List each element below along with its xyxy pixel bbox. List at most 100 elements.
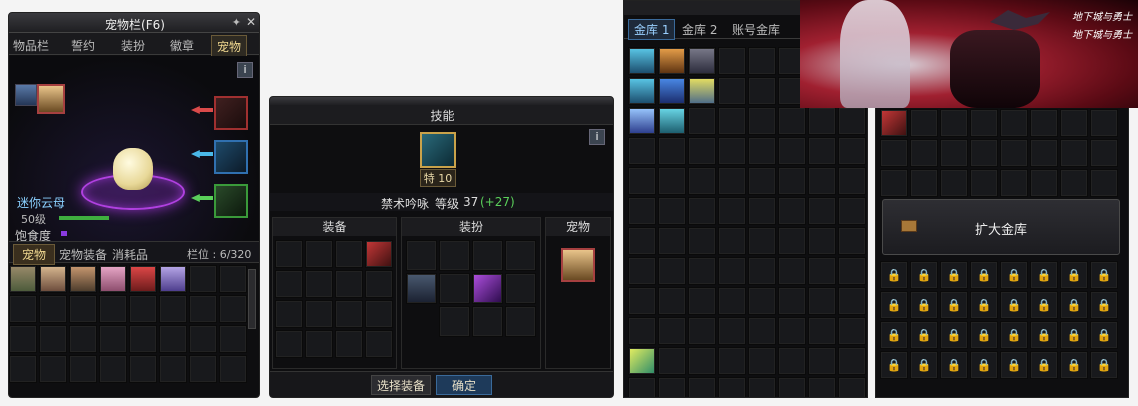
vault-slot[interactable] xyxy=(880,169,908,197)
equip-slot[interactable] xyxy=(275,240,303,268)
vault-slot[interactable] xyxy=(718,377,746,397)
vault-slot[interactable] xyxy=(808,257,836,285)
equip-slot[interactable] xyxy=(365,330,393,358)
pet-slot[interactable] xyxy=(159,295,187,323)
pet-slot[interactable] xyxy=(159,265,187,293)
pet-slot[interactable] xyxy=(69,265,97,293)
vault-slot[interactable] xyxy=(838,137,866,165)
info-button[interactable]: i xyxy=(237,62,253,78)
vault-slot[interactable] xyxy=(1090,109,1118,137)
pet-slot[interactable] xyxy=(9,265,37,293)
pet-slot[interactable] xyxy=(39,355,67,383)
pet-slot[interactable] xyxy=(219,325,247,353)
vault-slot[interactable] xyxy=(838,107,866,135)
vault-slot[interactable] xyxy=(658,227,686,255)
vault-slot[interactable] xyxy=(718,317,746,345)
pet-slot-icon[interactable] xyxy=(561,248,595,282)
equip-slot[interactable] xyxy=(305,270,333,298)
pet-slot[interactable] xyxy=(129,355,157,383)
vault-slot[interactable] xyxy=(748,197,776,225)
vault-slot[interactable] xyxy=(880,139,908,167)
select-equipment-button[interactable]: 选择装备 xyxy=(371,375,431,395)
vault-slot[interactable] xyxy=(658,167,686,195)
vault-slot[interactable] xyxy=(1000,139,1028,167)
vault-slot[interactable] xyxy=(1000,169,1028,197)
vault-slot[interactable] xyxy=(1060,109,1088,137)
equip-slot[interactable] xyxy=(335,300,363,328)
vault-slot[interactable] xyxy=(778,107,806,135)
costume-slot[interactable] xyxy=(505,273,536,304)
vault-slot[interactable] xyxy=(688,167,716,195)
vault-slot[interactable] xyxy=(688,347,716,375)
pet-slot[interactable] xyxy=(39,325,67,353)
vault-slot[interactable] xyxy=(688,287,716,315)
pet-slot[interactable] xyxy=(99,355,127,383)
vault-slot[interactable] xyxy=(688,77,716,105)
vault-slot[interactable] xyxy=(628,317,656,345)
vault-slot[interactable] xyxy=(1030,139,1058,167)
vault-slot[interactable] xyxy=(718,77,746,105)
vault-slot[interactable] xyxy=(778,137,806,165)
vault-slot[interactable] xyxy=(628,47,656,75)
vault-slot[interactable] xyxy=(748,77,776,105)
equip-slot[interactable] xyxy=(305,300,333,328)
vault-slot[interactable] xyxy=(778,377,806,397)
equip-slot[interactable] xyxy=(335,240,363,268)
equip-slot[interactable] xyxy=(305,240,333,268)
vault-slot[interactable] xyxy=(1030,169,1058,197)
vault-slot[interactable] xyxy=(940,169,968,197)
vault-slot[interactable] xyxy=(718,287,746,315)
pet-slot[interactable] xyxy=(129,295,157,323)
vault-slot[interactable] xyxy=(658,377,686,397)
vault-slot[interactable] xyxy=(748,347,776,375)
vault-slot[interactable] xyxy=(778,257,806,285)
pet-slot[interactable] xyxy=(39,295,67,323)
vault-slot[interactable] xyxy=(748,287,776,315)
vault-slot[interactable] xyxy=(628,137,656,165)
vault-slot[interactable] xyxy=(688,197,716,225)
vault-slot[interactable] xyxy=(838,287,866,315)
vault-slot[interactable] xyxy=(910,169,938,197)
equip-slot[interactable] xyxy=(335,270,363,298)
vault-slot[interactable] xyxy=(688,377,716,397)
pet-slot[interactable] xyxy=(99,325,127,353)
costume-slot[interactable] xyxy=(406,273,437,304)
pet-slot[interactable] xyxy=(9,295,37,323)
costume-slot[interactable] xyxy=(472,273,503,304)
equip-slot[interactable] xyxy=(365,300,393,328)
vault-slot[interactable] xyxy=(808,197,836,225)
vault-slot[interactable] xyxy=(748,227,776,255)
equip-slot[interactable] xyxy=(275,330,303,358)
costume-slot[interactable] xyxy=(439,240,470,271)
vault-slot[interactable] xyxy=(778,317,806,345)
vault-slot[interactable] xyxy=(778,227,806,255)
vault-slot[interactable] xyxy=(838,377,866,397)
vault-slot[interactable] xyxy=(838,227,866,255)
vault-slot[interactable] xyxy=(628,257,656,285)
vault-slot[interactable] xyxy=(778,287,806,315)
vault-slot[interactable] xyxy=(718,107,746,135)
pet-slot[interactable] xyxy=(129,265,157,293)
pet-slot[interactable] xyxy=(219,355,247,383)
vault-slot[interactable] xyxy=(880,109,908,137)
vault-slot[interactable] xyxy=(778,167,806,195)
vault-slot[interactable] xyxy=(748,107,776,135)
vault-slot[interactable] xyxy=(718,257,746,285)
vault-slot[interactable] xyxy=(718,167,746,195)
costume-slot[interactable] xyxy=(472,240,503,271)
costume-slot[interactable] xyxy=(439,306,470,337)
pet-slot[interactable] xyxy=(189,295,217,323)
scrollbar[interactable] xyxy=(248,269,256,329)
tab-vault-2[interactable]: 金库 2 xyxy=(682,21,717,38)
vault-slot[interactable] xyxy=(808,317,836,345)
vault-slot[interactable] xyxy=(628,227,656,255)
vault-slot[interactable] xyxy=(910,109,938,137)
tab-emblem[interactable]: 徽章 xyxy=(170,37,194,54)
vault-slot[interactable] xyxy=(658,257,686,285)
vault-slot[interactable] xyxy=(778,347,806,375)
pet-slot[interactable] xyxy=(9,325,37,353)
vault-slot[interactable] xyxy=(910,139,938,167)
tab-pets[interactable]: 宠物 xyxy=(13,244,56,265)
skill-slot-green[interactable] xyxy=(214,184,248,218)
vault-slot[interactable] xyxy=(970,139,998,167)
